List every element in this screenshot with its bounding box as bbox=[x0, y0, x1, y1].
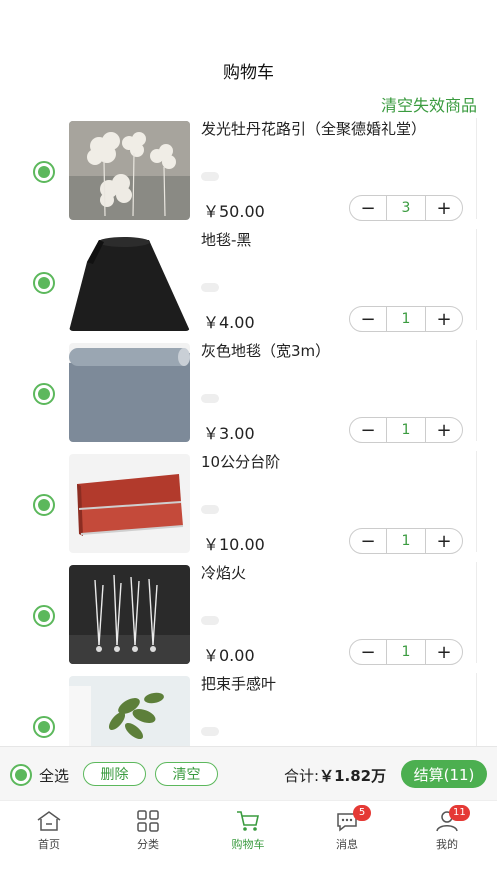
category-icon bbox=[137, 810, 159, 832]
checkout-button[interactable]: 结算(11) bbox=[401, 760, 487, 788]
spec-tag bbox=[201, 727, 219, 736]
item-checkbox[interactable] bbox=[33, 161, 55, 183]
tab-category[interactable]: 分类 bbox=[118, 809, 178, 859]
cart-list[interactable]: 发光牡丹花路引（全聚德婚礼堂） ￥50.00 − 3 + 地毯-黑 ￥4.00 … bbox=[0, 118, 497, 746]
home-icon bbox=[37, 811, 61, 831]
item-checkbox[interactable] bbox=[33, 716, 55, 738]
product-name[interactable]: 把束手感叶 bbox=[201, 673, 461, 695]
divider bbox=[476, 340, 477, 441]
product-price: ￥0.00 bbox=[203, 646, 255, 665]
cart-item: 发光牡丹花路引（全聚德婚礼堂） ￥50.00 − 3 + bbox=[0, 118, 497, 229]
quantity-stepper: − 1 + bbox=[349, 306, 463, 332]
quantity-value[interactable]: 1 bbox=[386, 418, 426, 442]
tab-label: 我的 bbox=[436, 838, 458, 851]
increase-button[interactable]: + bbox=[426, 307, 462, 331]
decrease-button[interactable]: − bbox=[350, 640, 386, 664]
quantity-stepper: − 1 + bbox=[349, 417, 463, 443]
total-value: ￥1.82万 bbox=[319, 767, 387, 785]
product-image[interactable] bbox=[69, 565, 190, 664]
quantity-stepper: − 1 + bbox=[349, 528, 463, 554]
increase-button[interactable]: + bbox=[426, 529, 462, 553]
tab-profile[interactable]: 11 我的 bbox=[417, 805, 477, 859]
tab-label: 消息 bbox=[336, 838, 358, 851]
increase-button[interactable]: + bbox=[426, 196, 462, 220]
spec-tag bbox=[201, 283, 219, 292]
cart-item: 冷焰火 ￥0.00 − 1 + bbox=[0, 562, 497, 673]
delete-button[interactable]: 删除 bbox=[83, 762, 146, 786]
divider bbox=[476, 451, 477, 552]
leaf-plant-image bbox=[69, 676, 190, 746]
item-checkbox[interactable] bbox=[33, 383, 55, 405]
quantity-stepper: − 3 + bbox=[349, 195, 463, 221]
select-all-checkbox[interactable] bbox=[10, 764, 32, 786]
product-price: ￥50.00 bbox=[203, 202, 265, 221]
divider bbox=[476, 229, 477, 330]
header: 购物车 bbox=[0, 0, 497, 92]
cart-item: 灰色地毯（宽3m） ￥3.00 − 1 + bbox=[0, 340, 497, 451]
spec-tag bbox=[201, 616, 219, 625]
quantity-value[interactable]: 1 bbox=[386, 307, 426, 331]
total-amount: 合计:￥1.82万 bbox=[284, 765, 386, 786]
red-steps-image bbox=[69, 454, 190, 553]
item-checkbox[interactable] bbox=[33, 605, 55, 627]
divider bbox=[476, 118, 477, 219]
divider bbox=[476, 562, 477, 663]
page-title: 购物车 bbox=[223, 63, 274, 83]
quantity-value[interactable]: 1 bbox=[386, 640, 426, 664]
spec-tag bbox=[201, 394, 219, 403]
cart-item: 把束手感叶 bbox=[0, 673, 497, 746]
select-all-label[interactable]: 全选 bbox=[39, 765, 69, 786]
gray-carpet-image bbox=[69, 343, 190, 442]
product-name[interactable]: 发光牡丹花路引（全聚德婚礼堂） bbox=[201, 118, 461, 140]
bottom-tab-bar: 首页 分类 购物车 5 消息 11 我的 bbox=[0, 800, 497, 883]
cart-item: 地毯-黑 ￥4.00 − 1 + bbox=[0, 229, 497, 340]
product-image[interactable] bbox=[69, 232, 190, 331]
increase-button[interactable]: + bbox=[426, 640, 462, 664]
tab-label: 首页 bbox=[38, 838, 60, 851]
decrease-button[interactable]: − bbox=[350, 196, 386, 220]
product-image[interactable] bbox=[69, 676, 190, 746]
cart-icon bbox=[237, 811, 259, 831]
product-name[interactable]: 灰色地毯（宽3m） bbox=[201, 340, 461, 362]
checkout-bar: 全选 删除 清空 合计:￥1.82万 结算(11) bbox=[0, 746, 497, 800]
quantity-value[interactable]: 1 bbox=[386, 529, 426, 553]
decrease-button[interactable]: − bbox=[350, 529, 386, 553]
tab-messages[interactable]: 5 消息 bbox=[317, 805, 377, 859]
product-name[interactable]: 冷焰火 bbox=[201, 562, 461, 584]
divider bbox=[476, 673, 477, 746]
product-price: ￥10.00 bbox=[203, 535, 265, 554]
cold-fireworks-image bbox=[69, 565, 190, 664]
total-label: 合计: bbox=[284, 767, 320, 785]
tab-label: 分类 bbox=[137, 838, 159, 851]
quantity-stepper: − 1 + bbox=[349, 639, 463, 665]
product-price: ￥3.00 bbox=[203, 424, 255, 443]
product-image[interactable] bbox=[69, 454, 190, 553]
increase-button[interactable]: + bbox=[426, 418, 462, 442]
clear-button[interactable]: 清空 bbox=[155, 762, 218, 786]
spec-tag bbox=[201, 505, 219, 514]
peony-flowers-image bbox=[69, 121, 190, 220]
item-checkbox[interactable] bbox=[33, 272, 55, 294]
item-checkbox[interactable] bbox=[33, 494, 55, 516]
decrease-button[interactable]: − bbox=[350, 418, 386, 442]
product-image[interactable] bbox=[69, 343, 190, 442]
product-image[interactable] bbox=[69, 121, 190, 220]
profile-badge: 11 bbox=[449, 805, 470, 821]
product-price: ￥4.00 bbox=[203, 313, 255, 332]
tab-home[interactable]: 首页 bbox=[19, 809, 79, 859]
quantity-value[interactable]: 3 bbox=[386, 196, 426, 220]
tab-cart[interactable]: 购物车 bbox=[218, 809, 278, 859]
spec-tag bbox=[201, 172, 219, 181]
message-badge: 5 bbox=[353, 805, 371, 821]
cart-item: 10公分台阶 ￥10.00 − 1 + bbox=[0, 451, 497, 562]
tab-label: 购物车 bbox=[231, 838, 265, 851]
clear-invalid-items-link[interactable]: 清空失效商品 bbox=[381, 92, 477, 116]
decrease-button[interactable]: − bbox=[350, 307, 386, 331]
product-name[interactable]: 10公分台阶 bbox=[201, 451, 461, 473]
black-carpet-image bbox=[69, 232, 190, 331]
product-name[interactable]: 地毯-黑 bbox=[201, 229, 461, 251]
